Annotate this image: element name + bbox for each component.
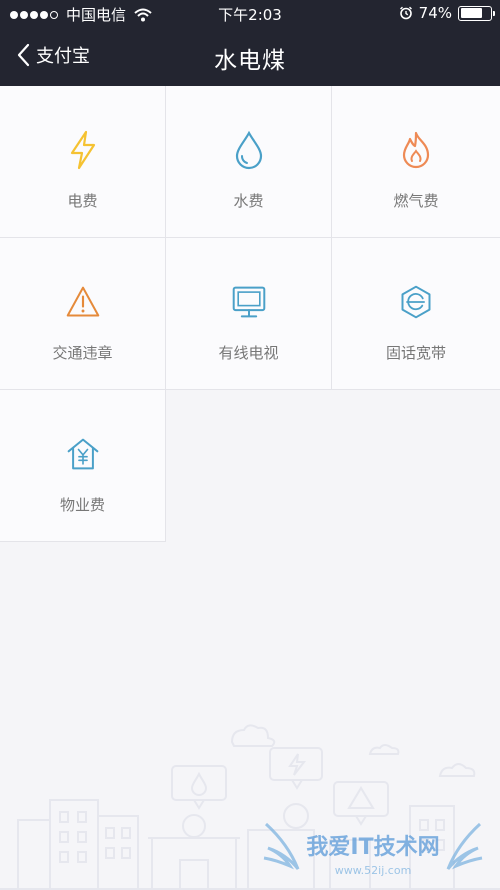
service-gas[interactable]: 燃气费 xyxy=(332,86,500,238)
service-electricity[interactable]: 电费 xyxy=(0,86,166,238)
page-title: 水电煤 xyxy=(214,48,286,74)
services-grid: 电费 水费 燃气费 交通违章 有线电视 固话宽带 物业费 xyxy=(0,86,500,542)
service-label: 交通违章 xyxy=(52,344,113,362)
nav-bar: 支付宝 水电煤 xyxy=(0,28,500,86)
grid-row: 电费 水费 燃气费 xyxy=(0,86,500,238)
alarm-icon xyxy=(399,6,412,20)
service-water[interactable]: 水费 xyxy=(166,86,332,238)
service-property-fee[interactable]: 物业费 xyxy=(0,390,166,542)
broadband-icon xyxy=(398,282,434,322)
service-cable-tv[interactable]: 有线电视 xyxy=(166,238,332,390)
watermark-url: www.52ij.com xyxy=(335,864,412,877)
battery-fill xyxy=(460,8,482,18)
empty-cell xyxy=(166,390,332,542)
service-label: 固话宽带 xyxy=(385,344,446,362)
header: 中国电信 下午2:03 74% 支付宝 水电煤 xyxy=(0,0,500,86)
grid-row: 物业费 xyxy=(0,390,500,542)
watermark-logo: 我爱IT技术网 www.52ij.com xyxy=(263,822,483,877)
status-right: 74% xyxy=(399,4,495,22)
lightning-icon xyxy=(65,130,101,170)
service-broadband[interactable]: 固话宽带 xyxy=(332,238,500,390)
service-label: 燃气费 xyxy=(393,192,439,210)
battery-percent: 74% xyxy=(418,4,452,22)
warning-icon xyxy=(65,282,101,322)
house-yuan-icon xyxy=(65,434,101,474)
service-label: 物业费 xyxy=(59,496,105,514)
service-label: 有线电视 xyxy=(218,344,279,362)
service-label: 水费 xyxy=(233,192,264,210)
service-traffic-violation[interactable]: 交通违章 xyxy=(0,238,166,390)
service-label: 电费 xyxy=(67,192,98,210)
flame-icon xyxy=(398,130,434,170)
grid-row: 交通违章 有线电视 固话宽带 xyxy=(0,238,500,390)
watermark-title: 我爱IT技术网 xyxy=(306,835,439,860)
empty-cell xyxy=(332,390,500,542)
status-bar: 中国电信 下午2:03 74% xyxy=(0,0,500,28)
battery-icon xyxy=(458,5,495,21)
tv-icon xyxy=(231,282,267,322)
water-drop-icon xyxy=(231,130,267,170)
